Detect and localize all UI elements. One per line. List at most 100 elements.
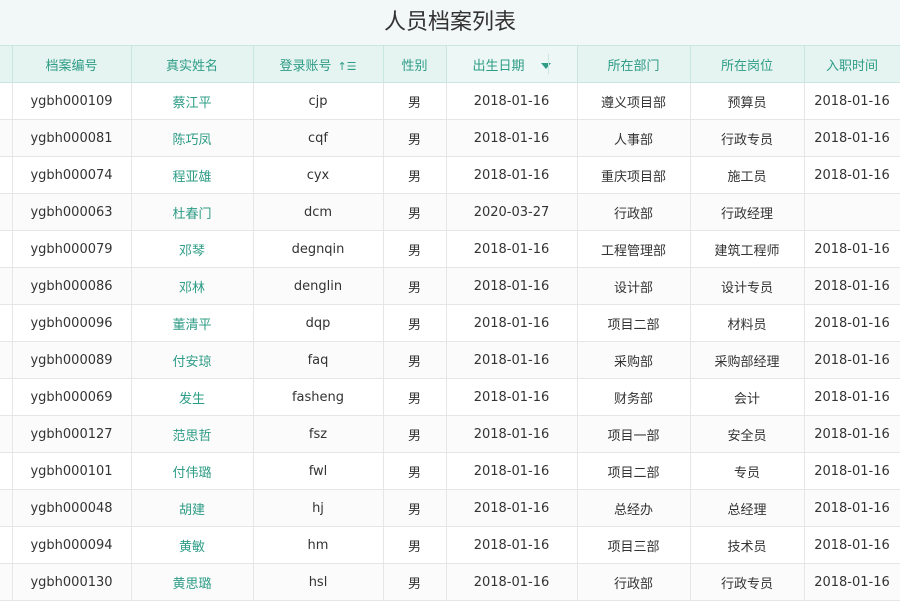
table-row[interactable]: ygbh000096 董清平 dqp 男 2018-01-16 项目二部 材料员 2018-0… xyxy=(0,304,900,342)
cell-department: 采购部 xyxy=(577,341,691,379)
cell-login-account: degnqin xyxy=(253,230,384,268)
cell-position: 总经理 xyxy=(690,489,805,527)
cell-hire-date: 2018-01-16 xyxy=(804,119,900,157)
row-gutter xyxy=(0,452,13,490)
cell-position: 建筑工程师 xyxy=(690,230,805,268)
cell-gender: 男 xyxy=(383,230,447,268)
cell-real-name[interactable]: 邓林 xyxy=(131,267,254,305)
header-gutter xyxy=(0,46,13,83)
cell-birth-date: 2018-01-16 xyxy=(446,526,578,564)
sort-ascending-icon[interactable]: ↑☰ xyxy=(337,60,356,73)
table-row[interactable]: ygbh000048 胡建 hj 男 2018-01-16 总经办 总经理 2018-01-1… xyxy=(0,489,900,527)
row-gutter xyxy=(0,304,13,342)
cell-birth-date: 2018-01-16 xyxy=(446,82,578,120)
cell-real-name[interactable]: 蔡江平 xyxy=(131,82,254,120)
cell-birth-date: 2018-01-16 xyxy=(446,489,578,527)
header-gender[interactable]: 性别 xyxy=(383,46,447,83)
cell-department: 项目三部 xyxy=(577,526,691,564)
cell-real-name[interactable]: 陈巧凤 xyxy=(131,119,254,157)
cell-login-account: hsl xyxy=(253,563,384,601)
cell-gender: 男 xyxy=(383,378,447,416)
header-archive-no[interactable]: 档案编号 xyxy=(12,46,132,83)
table-row[interactable]: ygbh000063 杜春门 dcm 男 2020-03-27 行政部 行政经理 xyxy=(0,193,900,231)
filter-divider xyxy=(547,54,549,74)
cell-login-account: hm xyxy=(253,526,384,564)
header-login-account[interactable]: 登录账号 ↑☰ xyxy=(253,46,384,83)
cell-real-name[interactable]: 付安琼 xyxy=(131,341,254,379)
cell-birth-date: 2018-01-16 xyxy=(446,119,578,157)
cell-login-account: dcm xyxy=(253,193,384,231)
cell-login-account: dqp xyxy=(253,304,384,342)
table-row[interactable]: ygbh000094 黄敏 hm 男 2018-01-16 项目三部 技术员 2018-01-… xyxy=(0,526,900,564)
cell-gender: 男 xyxy=(383,82,447,120)
cell-login-account: faq xyxy=(253,341,384,379)
cell-department: 项目二部 xyxy=(577,452,691,490)
cell-birth-date: 2018-01-16 xyxy=(446,378,578,416)
cell-login-account: cyx xyxy=(253,156,384,194)
header-real-name[interactable]: 真实姓名 xyxy=(131,46,254,83)
row-gutter xyxy=(0,267,13,305)
cell-real-name[interactable]: 邓琴 xyxy=(131,230,254,268)
cell-login-account: fwl xyxy=(253,452,384,490)
cell-department: 行政部 xyxy=(577,193,691,231)
page-title: 人员档案列表 xyxy=(0,0,900,46)
cell-archive-no: ygbh000063 xyxy=(12,193,132,231)
cell-archive-no: ygbh000101 xyxy=(12,452,132,490)
row-gutter xyxy=(0,193,13,231)
header-birth-date[interactable]: 出生日期 xyxy=(446,46,578,83)
cell-archive-no: ygbh000081 xyxy=(12,119,132,157)
cell-archive-no: ygbh000074 xyxy=(12,156,132,194)
row-gutter xyxy=(0,119,13,157)
cell-position: 会计 xyxy=(690,378,805,416)
cell-archive-no: ygbh000089 xyxy=(12,341,132,379)
cell-hire-date: 2018-01-16 xyxy=(804,341,900,379)
row-gutter xyxy=(0,415,13,453)
row-gutter xyxy=(0,489,13,527)
cell-real-name[interactable]: 董清平 xyxy=(131,304,254,342)
cell-birth-date: 2018-01-16 xyxy=(446,563,578,601)
cell-department: 行政部 xyxy=(577,563,691,601)
cell-hire-date: 2018-01-16 xyxy=(804,230,900,268)
cell-hire-date: 2018-01-16 xyxy=(804,452,900,490)
cell-real-name[interactable]: 发生 xyxy=(131,378,254,416)
cell-position: 行政专员 xyxy=(690,119,805,157)
table-row[interactable]: ygbh000109 蔡江平 cjp 男 2018-01-16 遵义项目部 预算员 2018-… xyxy=(0,82,900,120)
cell-position: 安全员 xyxy=(690,415,805,453)
cell-real-name[interactable]: 范思哲 xyxy=(131,415,254,453)
cell-position: 预算员 xyxy=(690,82,805,120)
dropdown-filter-icon[interactable] xyxy=(540,63,551,69)
header-hire-date[interactable]: 入职时间 xyxy=(804,46,900,83)
cell-real-name[interactable]: 杜春门 xyxy=(131,193,254,231)
cell-hire-date: 2018-01-16 xyxy=(804,304,900,342)
row-gutter xyxy=(0,563,13,601)
table-row[interactable]: ygbh000074 程亚雄 cyx 男 2018-01-16 重庆项目部 施工员 2018-… xyxy=(0,156,900,194)
table-row[interactable]: ygbh000127 范思哲 fsz 男 2018-01-16 项目一部 安全员 2018-0… xyxy=(0,415,900,453)
cell-real-name[interactable]: 胡建 xyxy=(131,489,254,527)
cell-position: 设计专员 xyxy=(690,267,805,305)
cell-real-name[interactable]: 程亚雄 xyxy=(131,156,254,194)
cell-login-account: cqf xyxy=(253,119,384,157)
cell-archive-no: ygbh000079 xyxy=(12,230,132,268)
cell-real-name[interactable]: 黄敏 xyxy=(131,526,254,564)
table-row[interactable]: ygbh000086 邓林 denglin 男 2018-01-16 设计部 设计专员 201… xyxy=(0,267,900,305)
cell-birth-date: 2018-01-16 xyxy=(446,267,578,305)
cell-department: 工程管理部 xyxy=(577,230,691,268)
table-row[interactable]: ygbh000079 邓琴 degnqin 男 2018-01-16 工程管理部 建筑工程师… xyxy=(0,230,900,268)
cell-login-account: fsz xyxy=(253,415,384,453)
table-row[interactable]: ygbh000089 付安琼 faq 男 2018-01-16 采购部 采购部经理 2018-… xyxy=(0,341,900,379)
cell-hire-date: 2018-01-16 xyxy=(804,563,900,601)
cell-hire-date: 2018-01-16 xyxy=(804,82,900,120)
header-position[interactable]: 所在岗位 xyxy=(690,46,805,83)
cell-archive-no: ygbh000086 xyxy=(12,267,132,305)
cell-real-name[interactable]: 付伟璐 xyxy=(131,452,254,490)
cell-birth-date: 2018-01-16 xyxy=(446,415,578,453)
cell-gender: 男 xyxy=(383,415,447,453)
cell-real-name[interactable]: 黄思璐 xyxy=(131,563,254,601)
table-row[interactable]: ygbh000069 发生 fasheng 男 2018-01-16 财务部 会计 2018-… xyxy=(0,378,900,416)
table-row[interactable]: ygbh000081 陈巧凤 cqf 男 2018-01-16 人事部 行政专员 2018-0… xyxy=(0,119,900,157)
table-row[interactable]: ygbh000101 付伟璐 fwl 男 2018-01-16 项目二部 专员 2018-01… xyxy=(0,452,900,490)
cell-archive-no: ygbh000048 xyxy=(12,489,132,527)
table-row[interactable]: ygbh000130 黄思璐 hsl 男 2018-01-16 行政部 行政专员 2018-0… xyxy=(0,563,900,601)
table-header-row: 档案编号 真实姓名 登录账号 ↑☰ 性别 出生日期 所在部门 所在岗位 入职时间 xyxy=(0,46,900,83)
header-department[interactable]: 所在部门 xyxy=(577,46,691,83)
